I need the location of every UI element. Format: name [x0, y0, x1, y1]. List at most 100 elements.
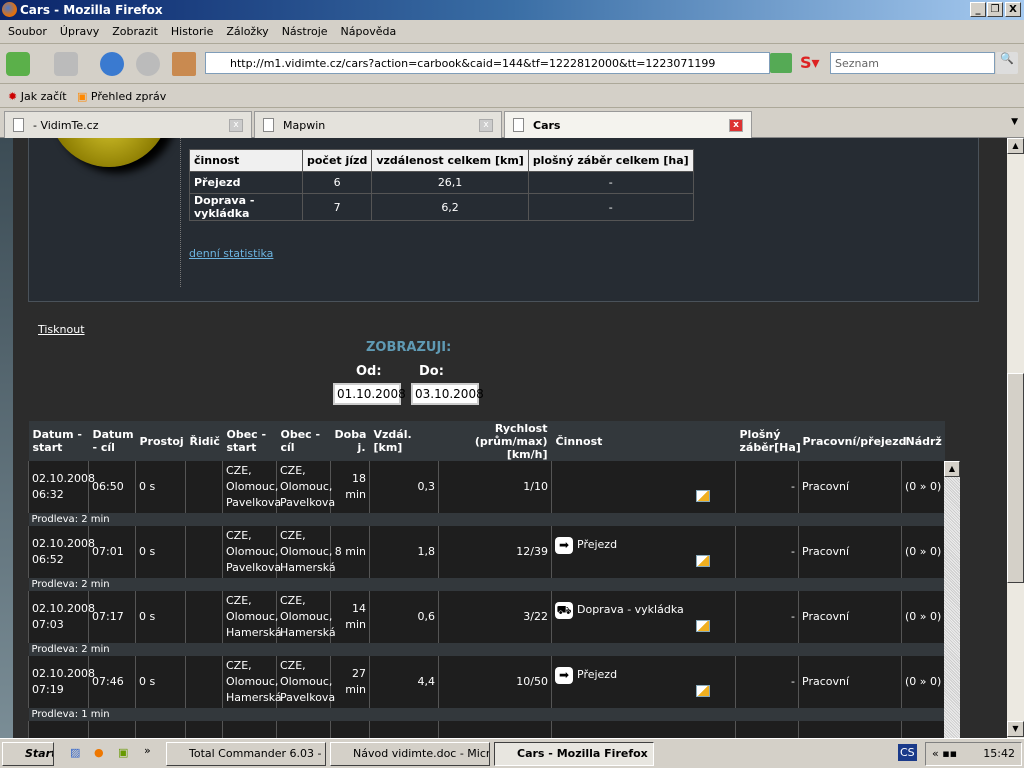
minimize-button[interactable]: _ — [970, 2, 986, 17]
tab-label: Cars — [533, 119, 561, 132]
menu-nastroje[interactable]: Nástroje — [282, 25, 328, 38]
close-button[interactable]: X — [1005, 2, 1021, 17]
close-tab-icon[interactable]: x — [729, 119, 743, 132]
more-icon[interactable]: » — [144, 744, 151, 757]
bookmark-jak-zacit[interactable]: ✹ Jak začít — [8, 90, 67, 103]
forward-icon[interactable] — [54, 52, 78, 76]
table-row: 02.10.2008 06:52 07:01 0 s CZE, Olomouc, Pa… — [28, 526, 945, 578]
col-header: Činnost — [551, 421, 736, 461]
seznam-engine-icon[interactable]: S▾ — [800, 53, 826, 73]
back-icon[interactable] — [6, 52, 30, 76]
cell-start: 02.10.2008 06:52 — [28, 526, 95, 578]
cell-start: 02.10.2008 07:03 — [28, 591, 95, 643]
trips-table: Datum - start Datum - cíl Prostoj Řidič Obec… — [28, 421, 945, 738]
gap-label: Prodleva: 2 min — [28, 513, 945, 526]
go-icon[interactable] — [770, 53, 792, 73]
bookmark-icon: ✹ — [8, 90, 18, 103]
search-icon[interactable]: 🔍 — [996, 52, 1018, 74]
stop-icon[interactable] — [136, 52, 160, 76]
firefox-icon[interactable]: ● — [94, 746, 104, 759]
close-tab-icon[interactable]: x — [479, 119, 493, 132]
cell-area: - — [735, 461, 799, 513]
cell-tank: (0 » 0) — [901, 461, 945, 513]
table-row: 02.10.2008 06:32 06:50 0 s CZE, Olomouc, Pa… — [28, 461, 945, 513]
search-input[interactable]: Seznam — [830, 52, 995, 74]
reload-icon[interactable] — [100, 52, 124, 76]
cell-tank: (0 » 0) — [901, 526, 945, 578]
maximize-button[interactable]: ❐ — [987, 2, 1003, 17]
edit-icon[interactable] — [696, 490, 710, 502]
activity-icon: ⛟ — [555, 602, 573, 619]
tab-cars[interactable]: Cars x — [504, 111, 752, 138]
logo-image — [49, 138, 169, 167]
close-tab-icon[interactable]: x — [229, 119, 243, 132]
cell-area: - — [735, 526, 799, 578]
gap-label: Prodleva: 1 min — [28, 708, 945, 721]
cell-activity: ➡ Přejezd — [551, 526, 736, 578]
taskbar-firefox[interactable]: Cars - Mozilla Firefox — [494, 742, 654, 766]
edit-icon[interactable] — [696, 620, 710, 632]
cell-idle: 0 s — [135, 461, 186, 513]
col-header: Rychlost (prům/max)[km/h] — [438, 421, 552, 461]
col-header: činnost — [189, 149, 303, 172]
gap-label: Prodleva: 2 min — [28, 578, 945, 591]
table-scrollbar[interactable]: ▲ — [944, 461, 960, 738]
cell-dist: 0,6 — [369, 591, 439, 643]
table-row: Doprava - vykládka 7 6,2- — [189, 193, 694, 221]
quicklaunch-icon[interactable]: ▨ — [70, 746, 80, 759]
home-icon[interactable] — [172, 52, 196, 76]
col-header: vzdálenost celkem [km] — [371, 149, 529, 172]
quicklaunch-icon[interactable]: ▣ — [118, 746, 128, 759]
edit-icon[interactable] — [696, 555, 710, 567]
daily-stats-link[interactable]: denní statistika — [189, 247, 273, 260]
start-button[interactable]: Start — [2, 742, 54, 766]
cell-to: CZE, Olomouc, Pavelkova — [276, 656, 335, 708]
cell-driver — [185, 526, 223, 578]
cell-mode: Pracovní — [798, 526, 902, 578]
col-header: Plošný záběr[Ha] — [735, 421, 801, 461]
cell-area — [735, 721, 799, 738]
tab-list-icon[interactable]: ▼ — [1011, 117, 1018, 127]
cell-activity: ⛟ Doprava - vykládka — [551, 591, 736, 643]
menu-zalozky[interactable]: Záložky — [226, 25, 268, 38]
from-date-input[interactable]: 01.10.2008 — [333, 383, 406, 405]
menu-napoveda[interactable]: Nápověda — [341, 25, 397, 38]
menu-upravy[interactable]: Úpravy — [60, 25, 99, 38]
scroll-up-icon[interactable]: ▲ — [1007, 138, 1024, 154]
cell-idle — [135, 721, 186, 738]
to-date-input[interactable]: 03.10.2008 — [411, 383, 484, 405]
tab-mapwin[interactable]: Mapwin x — [254, 111, 502, 138]
page-icon — [263, 118, 274, 132]
from-label: Od: — [356, 364, 382, 379]
menu-historie[interactable]: Historie — [171, 25, 213, 38]
activity-stats-table: činnost počet jízd vzdálenost celkem [km] p… — [189, 149, 694, 221]
menu-zobrazit[interactable]: Zobrazit — [112, 25, 158, 38]
scroll-down-icon[interactable]: ▼ — [1007, 721, 1024, 737]
cell-end: 06:50 — [88, 461, 136, 513]
cell: - — [527, 171, 694, 194]
url-bar[interactable]: http://m1.vidimte.cz/cars?action=carbook… — [205, 52, 770, 74]
taskbar-total-commander[interactable]: Total Commander 6.03 - ... — [166, 742, 326, 766]
col-header: Nádrž — [901, 421, 945, 461]
col-header: Obec - cíl — [276, 421, 331, 461]
left-decor — [0, 138, 13, 738]
scroll-thumb[interactable] — [1007, 373, 1024, 583]
cell-activity — [551, 461, 736, 513]
scroll-up-icon[interactable]: ▲ — [944, 461, 960, 477]
cell: 7 — [301, 193, 373, 221]
edit-icon[interactable] — [696, 685, 710, 697]
print-link[interactable]: Tisknout — [38, 323, 85, 336]
language-indicator[interactable]: CS — [898, 744, 917, 761]
page-scrollbar[interactable]: ▲ ▼ — [1007, 138, 1024, 738]
cell-tank: (0 » 0) — [901, 591, 945, 643]
tab-vidimte[interactable]: - VidimTe.cz x — [4, 111, 252, 138]
menu-soubor[interactable]: Soubor — [8, 25, 47, 38]
cell-dur: 18 min — [330, 461, 370, 513]
stats-panel: činnost počet jízd vzdálenost celkem [km] p… — [28, 138, 979, 302]
task-label: Návod vidimte.doc - Micr... — [353, 747, 490, 760]
bookmark-prehled-zprav[interactable]: ▣ Přehled zpráv — [77, 90, 166, 103]
cell-to: CZE, Olomouc, Pavelkova — [276, 461, 335, 513]
page-icon — [13, 118, 24, 132]
cell-mode: Pracovní — [798, 461, 902, 513]
taskbar-word[interactable]: Návod vidimte.doc - Micr... — [330, 742, 490, 766]
